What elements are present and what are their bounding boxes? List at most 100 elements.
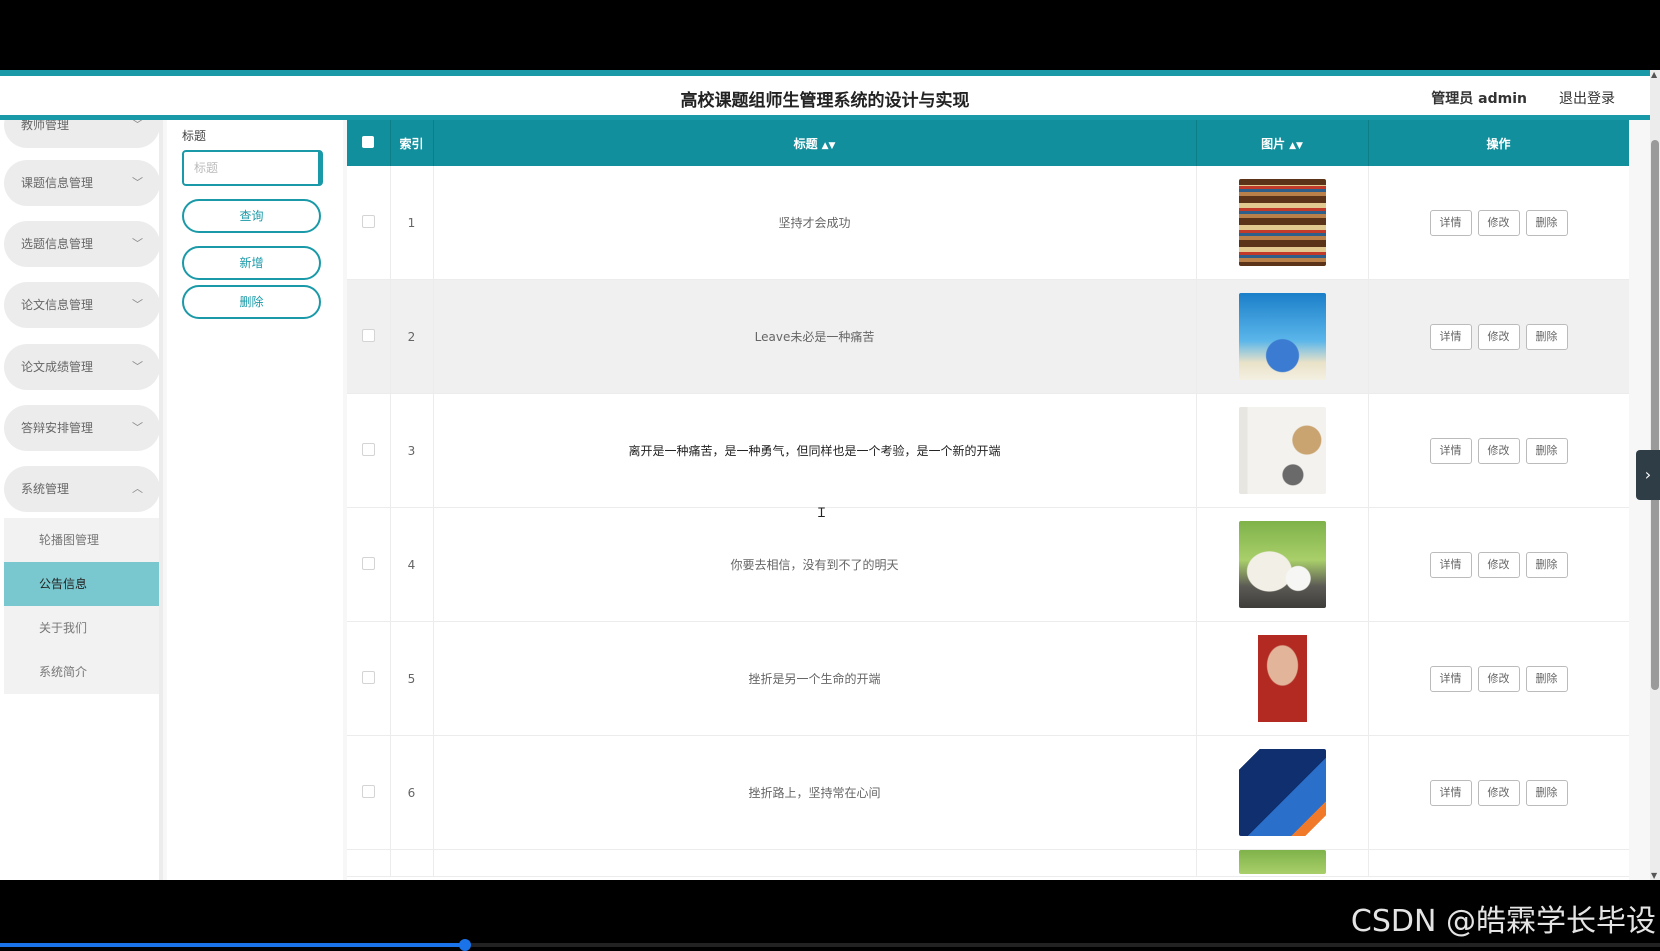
- scroll-up-icon[interactable]: ▲: [1651, 70, 1657, 79]
- column-header-label: 索引: [399, 136, 424, 151]
- table-row: 1 坚持才会成功 详情 修改 删除: [347, 166, 1629, 280]
- sidebar-item-label: 教师管理: [21, 120, 70, 132]
- text-cursor-icon: Ｉ: [815, 506, 829, 521]
- system-submenu: 轮播图管理 公告信息 关于我们 系统简介: [4, 518, 159, 694]
- delete-button[interactable]: 删除: [1525, 437, 1568, 464]
- current-user-label: 管理员 admin: [1431, 91, 1527, 107]
- row-index: 4: [390, 507, 434, 622]
- row-title: 坚持才会成功: [433, 166, 1197, 280]
- table-row-partial: [347, 849, 1629, 877]
- sidebar-item-defense[interactable]: 答辩安排管理 ﹀: [4, 405, 159, 451]
- edit-button[interactable]: 修改: [1477, 779, 1520, 806]
- edit-button[interactable]: 修改: [1477, 551, 1520, 578]
- delete-button[interactable]: 删除: [1525, 551, 1568, 578]
- scroll-down-icon[interactable]: ▼: [1651, 871, 1657, 880]
- table-row: 6 挫折路上，坚持常在心间 详情 修改 删除: [347, 735, 1629, 850]
- detail-button[interactable]: 详情: [1429, 437, 1472, 464]
- edit-button[interactable]: 修改: [1477, 209, 1520, 236]
- sidebar-item-label: 论文信息管理: [21, 298, 94, 312]
- watermark: CSDN @皓霖学长毕设: [1350, 904, 1656, 939]
- column-header-label: 图片: [1261, 136, 1286, 151]
- sidebar-item-selection[interactable]: 选题信息管理 ﹀: [4, 221, 159, 267]
- book-cover-image: [1238, 407, 1326, 494]
- table-row: 2 Leave未必是一种痛苦 详情 修改 删除: [347, 279, 1629, 394]
- delete-button[interactable]: 删除: [1525, 209, 1568, 236]
- chevron-right-icon[interactable]: ›: [1636, 450, 1660, 500]
- row-checkbox[interactable]: [361, 442, 375, 456]
- add-button[interactable]: 新增: [182, 246, 321, 280]
- submenu-item-notice[interactable]: 公告信息: [4, 562, 159, 606]
- detail-button[interactable]: 详情: [1429, 323, 1472, 350]
- sort-icon[interactable]: ▲▼: [822, 141, 836, 151]
- row-index: 3: [390, 393, 434, 508]
- column-header-title[interactable]: 标题 ▲▼: [433, 120, 1197, 166]
- column-header-label: 操作: [1486, 136, 1511, 151]
- book-cover-image: [1238, 293, 1326, 380]
- sidebar-item-label: 答辩安排管理: [21, 421, 94, 435]
- title-field-label: 标题: [182, 129, 207, 143]
- row-checkbox[interactable]: [361, 214, 375, 228]
- row-index: 6: [390, 735, 434, 850]
- chevron-up-icon: ︿: [132, 482, 143, 495]
- ocean-book-image: [1238, 749, 1326, 836]
- sidebar-item-label: 论文成绩管理: [21, 360, 94, 374]
- detail-button[interactable]: 详情: [1429, 551, 1472, 578]
- row-title: Leave未必是一种痛苦: [433, 279, 1197, 394]
- open-book-image: [1238, 521, 1326, 608]
- submenu-item-intro[interactable]: 系统简介: [4, 650, 159, 694]
- row-title: 离开是一种痛苦，是一种勇气，但同样也是一个考验，是一个新的开端: [433, 393, 1197, 508]
- sidebar-item-thesis[interactable]: 论文信息管理 ﹀: [4, 282, 159, 328]
- video-progress-bar[interactable]: [0, 939, 1660, 951]
- column-header-image[interactable]: 图片 ▲▼: [1196, 120, 1369, 166]
- sidebar-item-teacher[interactable]: 教师管理 ﹀: [4, 120, 159, 148]
- logout-link[interactable]: 退出登录: [1559, 88, 1615, 108]
- edit-button[interactable]: 修改: [1477, 323, 1520, 350]
- detail-button[interactable]: 详情: [1429, 665, 1472, 692]
- chevron-down-icon: ﹀: [132, 120, 143, 131]
- edit-button[interactable]: 修改: [1477, 437, 1520, 464]
- delete-button[interactable]: 删除: [1525, 665, 1568, 692]
- row-title: 你要去相信，没有到不了的明天: [433, 507, 1197, 622]
- column-header-actions: 操作: [1368, 120, 1629, 166]
- sidebar-item-grades[interactable]: 论文成绩管理 ﹀: [4, 344, 159, 390]
- table-row: 5 挫折是另一个生命的开端 详情 修改 删除: [347, 621, 1629, 736]
- select-all-checkbox[interactable]: [362, 135, 375, 148]
- row-checkbox[interactable]: [361, 328, 375, 342]
- detail-button[interactable]: 详情: [1429, 209, 1472, 236]
- row-checkbox[interactable]: [361, 556, 375, 570]
- delete-button[interactable]: 删除: [1525, 779, 1568, 806]
- row-checkbox[interactable]: [361, 670, 375, 684]
- submenu-item-about[interactable]: 关于我们: [4, 606, 159, 650]
- scrollbar-thumb[interactable]: [1651, 140, 1659, 690]
- row-index: 2: [390, 279, 434, 394]
- title-search-input[interactable]: [182, 150, 323, 186]
- edit-button[interactable]: 修改: [1477, 665, 1520, 692]
- search-panel: 标题 查询 新增 删除: [167, 120, 343, 880]
- notice-table: 索引 标题 ▲▼ 图片 ▲▼ 操作 1 坚持才会成功 详情 修改 删除 2 Le…: [347, 120, 1629, 877]
- row-title: 挫折是另一个生命的开端: [433, 621, 1197, 736]
- video-progress-knob[interactable]: [458, 939, 471, 951]
- table-row: 4 你要去相信，没有到不了的明天 详情 修改 删除: [347, 507, 1629, 622]
- detail-button[interactable]: 详情: [1429, 779, 1472, 806]
- sort-icon[interactable]: ▲▼: [1289, 141, 1303, 151]
- sidebar-item-label: 系统管理: [21, 482, 70, 496]
- sidebar-item-system[interactable]: 系统管理 ︿: [4, 466, 159, 512]
- app-window: 高校课题组师生管理系统的设计与实现 管理员 admin 退出登录 教师管理 ﹀ …: [0, 70, 1660, 880]
- chevron-down-icon: ﹀: [132, 421, 143, 434]
- chevron-down-icon: ﹀: [132, 360, 143, 373]
- submenu-item-carousel[interactable]: 轮播图管理: [4, 518, 159, 562]
- row-index: 1: [390, 166, 434, 280]
- sidebar: 教师管理 ﹀ 课题信息管理 ﹀ 选题信息管理 ﹀ 论文信息管理 ﹀ 论文成绩管理…: [0, 120, 163, 880]
- book-cover-image: [1238, 635, 1326, 722]
- sidebar-item-label: 选题信息管理: [21, 237, 94, 251]
- batch-delete-button[interactable]: 删除: [182, 285, 321, 319]
- video-progress-fill: [0, 943, 465, 947]
- chevron-down-icon: ﹀: [132, 176, 143, 189]
- sidebar-item-topic[interactable]: 课题信息管理 ﹀: [4, 160, 159, 206]
- partial-image: [1238, 850, 1326, 874]
- query-button[interactable]: 查询: [182, 199, 321, 233]
- delete-button[interactable]: 删除: [1525, 323, 1568, 350]
- bookshelf-image: [1238, 179, 1326, 266]
- row-checkbox[interactable]: [361, 784, 375, 798]
- page-title: 高校课题组师生管理系统的设计与实现: [680, 91, 970, 111]
